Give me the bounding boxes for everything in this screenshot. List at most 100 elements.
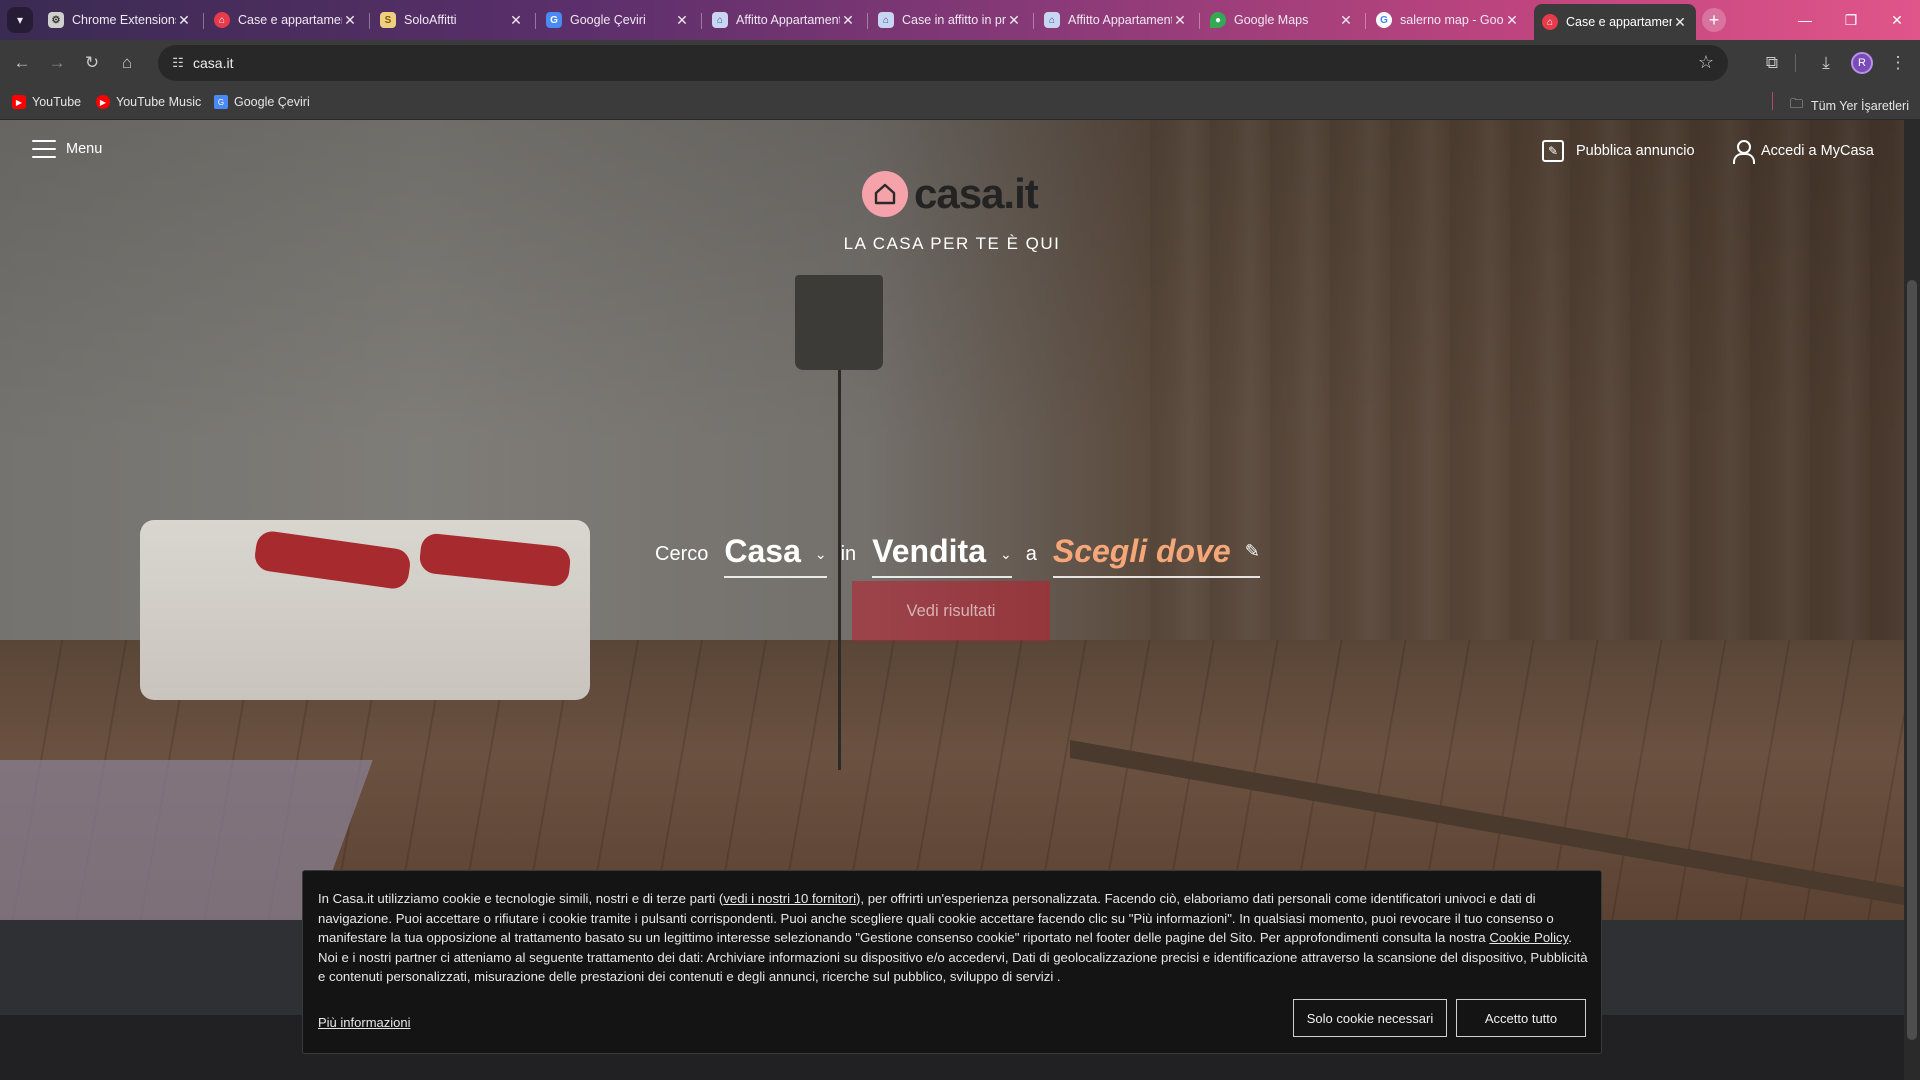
tab-search-button[interactable]: ▾: [7, 7, 33, 33]
close-icon[interactable]: ✕: [1006, 12, 1022, 29]
minimize-icon: —: [1798, 12, 1812, 28]
lamp-image: [795, 275, 883, 370]
cookie-policy-link[interactable]: Cookie Policy: [1489, 930, 1568, 945]
address-bar[interactable]: ☷ casa.it ☆: [158, 45, 1728, 81]
chevron-down-icon: ▾: [16, 13, 24, 27]
home-button[interactable]: ⌂: [113, 49, 141, 77]
maps-icon: ●: [1210, 12, 1226, 28]
bookmark-youtube-music[interactable]: ▶ YouTube Music: [96, 95, 201, 109]
url-text[interactable]: casa.it: [193, 55, 233, 71]
close-icon[interactable]: ✕: [1504, 12, 1520, 29]
search-word-cerco: Cerco: [655, 543, 709, 565]
window-close-button[interactable]: ✕: [1874, 0, 1920, 40]
tab-title: Google Maps: [1234, 13, 1309, 27]
chevron-down-icon: ⌄: [814, 546, 827, 562]
site-info-icon[interactable]: ☷: [168, 53, 188, 73]
tab-title: Case in affitto in provincia: [902, 13, 1006, 27]
hamburger-icon: [32, 140, 56, 158]
contract-type-value: Vendita: [872, 533, 986, 569]
hero-section: Menu ✎ Pubblica annuncio Accedi a MyCasa…: [0, 120, 1920, 920]
tab-8[interactable]: G salerno map - Google ✕: [1368, 6, 1528, 34]
accept-all-button[interactable]: Accetto tutto: [1456, 999, 1586, 1037]
casa-logo[interactable]: casa.it: [862, 170, 1039, 218]
publish-listing-link[interactable]: ✎ Pubblica annuncio: [1542, 140, 1695, 162]
close-icon[interactable]: ✕: [674, 12, 690, 29]
all-bookmarks[interactable]: 🗀 Tüm Yer İşaretleri: [1790, 95, 1909, 117]
site-menu-button[interactable]: Menu: [32, 140, 102, 158]
tab-9-active[interactable]: ⌂ Case e appartamenti ✕: [1534, 4, 1696, 40]
downloads-button[interactable]: ⤓: [1812, 49, 1840, 77]
bookmark-youtube[interactable]: ▶ YouTube: [12, 95, 81, 109]
tab-title: Google Çeviri: [570, 13, 646, 27]
close-icon[interactable]: ✕: [508, 12, 524, 29]
user-icon: [1733, 140, 1755, 164]
youtube-icon: ▶: [12, 95, 26, 109]
tab-6[interactable]: ⌂ Affitto Appartamenti ✕: [1036, 6, 1196, 34]
close-icon[interactable]: ✕: [1172, 12, 1188, 29]
login-label: Accedi a MyCasa: [1761, 143, 1874, 159]
chevron-down-icon: ⌄: [999, 546, 1012, 562]
translate-icon: G: [214, 95, 228, 109]
tab-1[interactable]: ⌂ Case e appartamenti ✕: [206, 6, 366, 34]
forward-button[interactable]: →: [43, 49, 71, 77]
menu-button[interactable]: ⋮: [1884, 49, 1912, 77]
property-type-select[interactable]: Casa ⌄: [724, 533, 827, 578]
tab-7[interactable]: ● Google Maps ✕: [1202, 6, 1362, 34]
bookmark-star-icon[interactable]: ☆: [1698, 52, 1714, 73]
search-form: Cerco Casa ⌄ in Vendita ⌄ a Scegli dove …: [655, 508, 1260, 578]
see-results-button[interactable]: Vedi risultati: [852, 581, 1050, 641]
immobiliare-icon: ⌂: [712, 12, 728, 28]
contract-type-select[interactable]: Vendita ⌄: [872, 533, 1012, 578]
close-icon[interactable]: ✕: [840, 12, 856, 29]
tab-0[interactable]: ⚙ Chrome Extensions ✕: [40, 6, 200, 34]
casa-icon: ⌂: [214, 12, 230, 28]
google-icon: G: [1376, 12, 1392, 28]
close-icon[interactable]: ✕: [1338, 12, 1354, 29]
back-button[interactable]: ←: [8, 49, 36, 77]
arrow-left-icon: ←: [13, 53, 31, 72]
youtube-music-icon: ▶: [96, 95, 110, 109]
tab-title: Affitto Appartamenti: [1068, 13, 1172, 27]
tab-title: salerno map - Google: [1400, 13, 1504, 27]
bookmark-label: YouTube: [32, 95, 82, 109]
pencil-icon: ✎: [1244, 541, 1260, 561]
search-word-a: a: [1025, 543, 1037, 565]
tab-4[interactable]: ⌂ Affitto Appartamenti ✕: [704, 6, 864, 34]
close-icon[interactable]: ✕: [342, 12, 358, 29]
menu-label: Menu: [66, 141, 103, 157]
minimize-button[interactable]: —: [1782, 0, 1828, 40]
profile-avatar[interactable]: R: [1851, 52, 1873, 74]
tab-5[interactable]: ⌂ Case in affitto in provincia ✕: [870, 6, 1030, 34]
arrow-right-icon: →: [48, 53, 66, 72]
cookie-text-part: In Casa.it utilizziamo cookie e tecnolog…: [318, 891, 724, 906]
more-info-link[interactable]: Più informazioni: [318, 1015, 411, 1030]
all-bookmarks-label: Tüm Yer İşaretleri: [1811, 99, 1909, 113]
necessary-cookies-button[interactable]: Solo cookie necessari: [1293, 999, 1447, 1037]
casa-icon: ⌂: [1542, 14, 1558, 30]
reload-button[interactable]: ↻: [78, 49, 106, 77]
gear-icon: ⚙: [48, 12, 64, 28]
web-page: Menu ✎ Pubblica annuncio Accedi a MyCasa…: [0, 120, 1920, 1080]
download-icon: ⤓: [1822, 53, 1830, 72]
close-icon[interactable]: ✕: [1672, 14, 1688, 31]
close-icon[interactable]: ✕: [176, 12, 192, 29]
folder-icon: 🗀: [1790, 96, 1804, 111]
restore-button[interactable]: ❐: [1828, 0, 1874, 40]
tab-2[interactable]: S SoloAffitti ✕: [372, 6, 532, 34]
extensions-button[interactable]: ⧉: [1758, 49, 1786, 77]
bookmark-label: YouTube Music: [116, 95, 202, 109]
scrollbar-thumb[interactable]: [1907, 280, 1917, 1040]
bookmark-google-translate[interactable]: G Google Çeviri: [214, 95, 310, 109]
new-tab-button[interactable]: +: [1702, 8, 1726, 32]
tagline: LA CASA PER TE È QUI: [843, 234, 1061, 253]
publish-label: Pubblica annuncio: [1576, 143, 1695, 159]
location-input[interactable]: Scegli dove ✎: [1052, 533, 1260, 578]
edit-icon: ✎: [1542, 140, 1564, 162]
vendors-link[interactable]: vedi i nostri 10 fornitori: [723, 891, 856, 906]
tab-title: Chrome Extensions: [72, 13, 176, 27]
bookmark-label: Google Çeviri: [234, 95, 310, 109]
login-mycasa-link[interactable]: Accedi a MyCasa: [1733, 140, 1874, 164]
location-placeholder: Scegli dove: [1052, 533, 1231, 569]
immobiliare-icon: ⌂: [1044, 12, 1060, 28]
tab-3[interactable]: G Google Çeviri ✕: [538, 6, 698, 34]
